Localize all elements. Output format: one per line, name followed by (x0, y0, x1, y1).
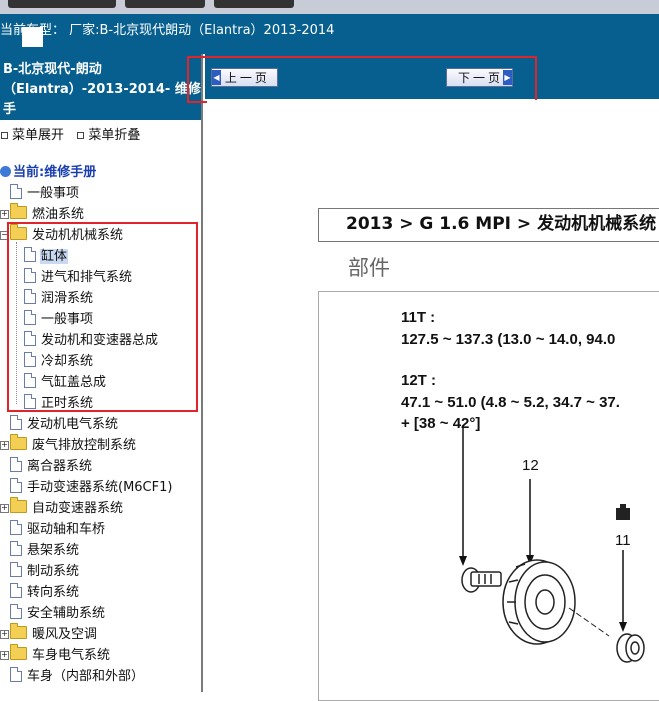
tree-item-label: 悬架系统 (27, 543, 80, 558)
sidebar-title-line: B-北京现代-朗动 (3, 62, 102, 77)
expand-icon[interactable]: + (0, 504, 9, 513)
tree-item-label: 车身（内部和外部） (27, 669, 145, 684)
tree-root-current[interactable]: 当前:维修手册 (0, 163, 96, 183)
tree-item-label: 暖风及空调 (32, 627, 98, 642)
tree-item[interactable]: 悬架系统 (0, 541, 80, 561)
tree-item-label: 车身电气系统 (32, 648, 111, 663)
tree-item[interactable]: 发动机电气系统 (0, 415, 119, 435)
breadcrumb: 当前车型： 厂家:B-北京现代朗动（Elantra）2013-2014 (0, 23, 335, 38)
tree-item[interactable]: 安全辅助系统 (0, 604, 106, 624)
current-manual-icon (0, 166, 11, 177)
document-icon (10, 667, 22, 682)
tree-item[interactable]: + 废气排放控制系统 (0, 434, 137, 456)
crankshaft-pulley (502, 559, 576, 645)
annotation-box-tree (7, 222, 198, 412)
square-icon (77, 131, 85, 139)
document-icon (10, 184, 22, 199)
sidebar-title: B-北京现代-朗动 （Elantra）-2013-2014- 维修手 册. (0, 54, 201, 137)
tree-item[interactable]: 制动系统 (0, 562, 80, 582)
tree-item[interactable]: 转向系统 (0, 583, 80, 603)
tree-item-label: 转向系统 (27, 585, 80, 600)
folder-icon (10, 644, 27, 660)
square-icon (1, 131, 8, 139)
tree-item-label: 离合器系统 (27, 459, 93, 474)
crank-bolt (461, 567, 502, 593)
expand-menu-label: 菜单展开 (12, 128, 65, 143)
tree-item-label: 手动变速器系统(M6CF1) (27, 480, 173, 495)
expand-icon[interactable]: + (0, 651, 9, 660)
tree-item-label: 废气排放控制系统 (32, 438, 137, 453)
document-icon (10, 541, 22, 556)
engine-parts-drawing (459, 425, 645, 663)
folder-icon (10, 623, 27, 639)
expand-icon[interactable]: + (0, 210, 9, 219)
crankshaft-sprocket (616, 633, 645, 663)
document-icon (10, 478, 22, 493)
arrow-head (619, 622, 627, 632)
tree-item-label: 安全辅助系统 (27, 606, 106, 621)
menu-ops: 菜单展开 菜单折叠 (0, 124, 140, 143)
section-subheading: 部件 (348, 256, 390, 280)
tree-item-label: 自动变速器系统 (32, 501, 124, 516)
tree-item[interactable]: + 车身电气系统 (0, 644, 111, 666)
tree-item-label: 制动系统 (27, 564, 80, 579)
folder-icon (10, 434, 27, 450)
tree-item[interactable]: 离合器系统 (0, 457, 93, 477)
tree-item[interactable]: + 暖风及空调 (0, 623, 98, 645)
toolbar-button[interactable] (125, 0, 205, 8)
model-header: 当前车型： 厂家:B-北京现代朗动（Elantra）2013-2014 (0, 14, 659, 54)
header-marker (22, 27, 43, 47)
tree-item[interactable]: 车身（内部和外部） (0, 667, 145, 687)
top-toolbar-strip (0, 0, 659, 14)
expand-menu-button[interactable]: 菜单展开 (0, 128, 64, 143)
torque-icon (616, 504, 630, 520)
tree-item-label: 一般事项 (27, 186, 80, 201)
document-icon (10, 604, 22, 619)
expand-icon[interactable]: + (0, 441, 9, 450)
tree-item[interactable]: 驱动轴和车桥 (0, 520, 106, 540)
folder-icon (10, 497, 27, 513)
tree-item-label: 燃油系统 (32, 207, 85, 222)
sidebar-title-line: （Elantra）-2013-2014- 维修手 (3, 82, 201, 117)
document-icon (10, 562, 22, 577)
tree-item-label: 驱动轴和车桥 (27, 522, 106, 537)
axis-line (568, 607, 610, 637)
tree-item[interactable]: 手动变速器系统(M6CF1) (0, 478, 173, 498)
document-view: 2013 > G 1.6 MPI > 发动机机械系统 部件 11T : 127.… (207, 100, 659, 701)
tree-item-label: 发动机电气系统 (27, 417, 119, 432)
toolbar-button[interactable] (8, 0, 116, 8)
folder-icon (10, 203, 27, 219)
document-icon (10, 583, 22, 598)
toolbar-button[interactable] (214, 0, 294, 8)
annotation-box-nav (187, 56, 537, 103)
arrow-head (459, 556, 467, 566)
tree-item[interactable]: 一般事项 (0, 184, 80, 204)
collapse-menu-button[interactable]: 菜单折叠 (76, 128, 140, 143)
collapse-menu-label: 菜单折叠 (88, 128, 141, 143)
expand-icon[interactable]: + (0, 630, 9, 639)
tree-item[interactable]: + 自动变速器系统 (0, 497, 124, 519)
document-icon (10, 520, 22, 535)
tree-root-label: 当前:维修手册 (13, 165, 97, 180)
document-icon (10, 457, 22, 472)
parts-figure: 11T : 127.5 ~ 137.3 (13.0 ~ 14.0, 94.0 1… (318, 291, 659, 701)
document-icon (10, 415, 22, 430)
document-heading: 2013 > G 1.6 MPI > 发动机机械系统 (318, 208, 659, 242)
